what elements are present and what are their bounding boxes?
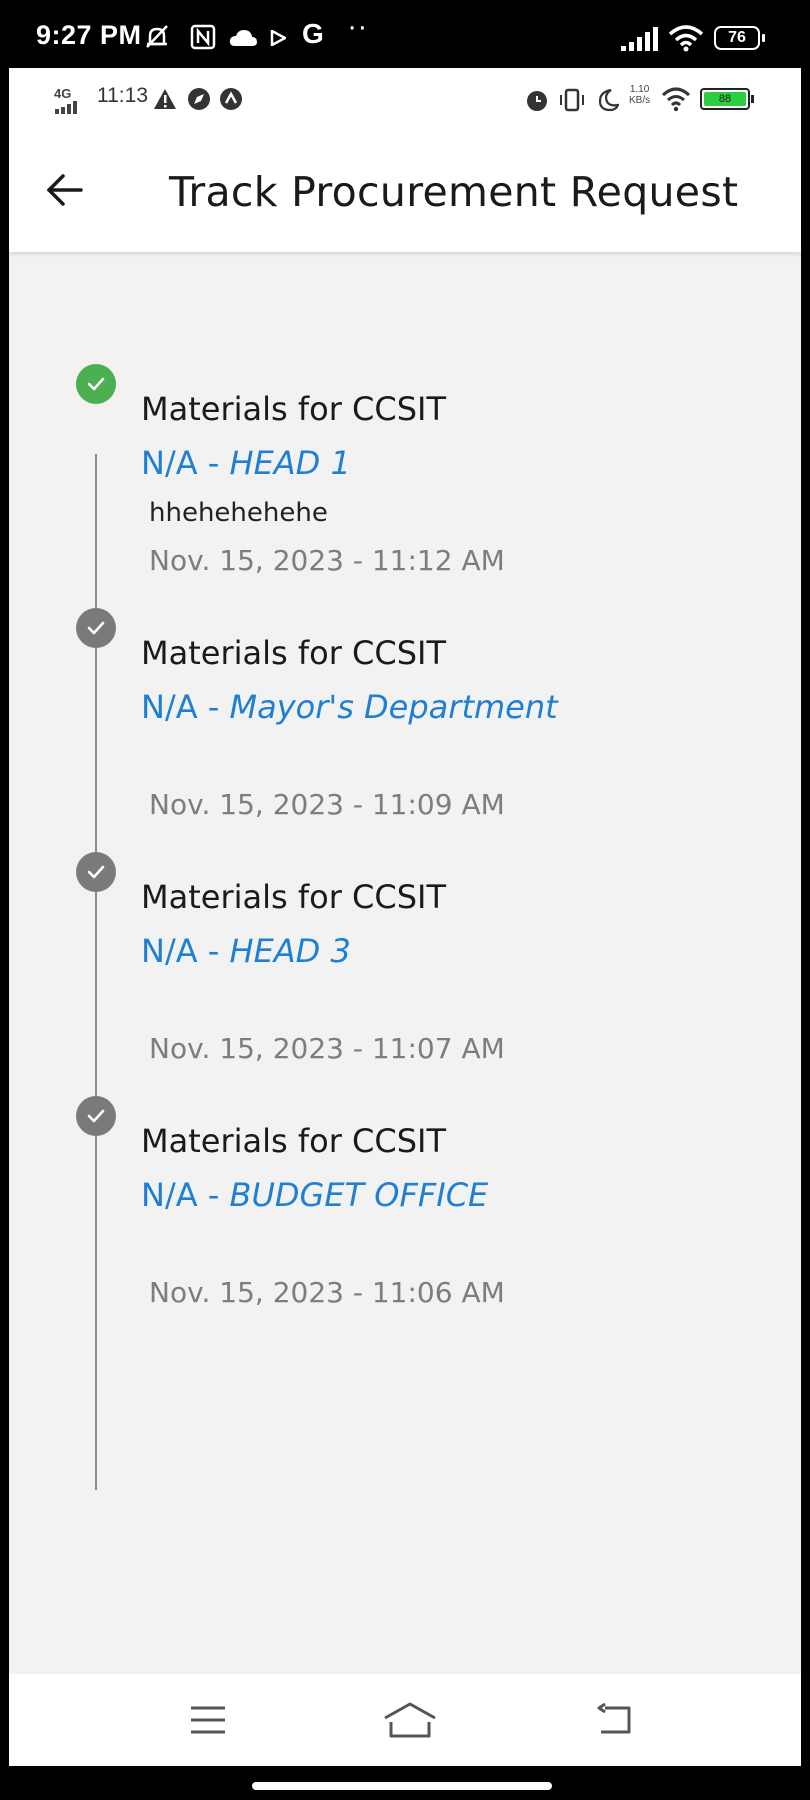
app-screen: 4G 11:13 1.10 KB/s 88 Track Procurement … bbox=[9, 68, 801, 1766]
office-name: Mayor's Department bbox=[229, 688, 558, 726]
app-bar: Track Procurement Request bbox=[9, 128, 801, 252]
cellular-signal-icon bbox=[621, 27, 658, 51]
gesture-home-indicator[interactable] bbox=[252, 1782, 552, 1790]
office-status: N/A - HEAD 3 bbox=[141, 932, 351, 970]
cloud-icon bbox=[229, 30, 257, 46]
battery-level: 76 bbox=[728, 29, 746, 46]
office-status: N/A - HEAD 1 bbox=[141, 444, 351, 482]
timestamp: Nov. 15, 2023 - 11:06 AM bbox=[149, 1276, 505, 1309]
network-type: 4G bbox=[54, 86, 72, 101]
signal-icon bbox=[55, 101, 77, 114]
home-button[interactable] bbox=[381, 1700, 439, 1740]
request-code: N/A - bbox=[141, 1176, 230, 1214]
request-code: N/A - bbox=[141, 932, 230, 970]
system-status-bar: 9:27 PM G ·· 76 bbox=[0, 0, 810, 68]
network-speed-unit: KB/s bbox=[629, 95, 651, 106]
google-icon: G bbox=[302, 18, 324, 49]
timeline-item: Materials for CCSIT N/A - HEAD 1 hhehehe… bbox=[9, 364, 801, 604]
request-title: Materials for CCSIT bbox=[141, 878, 446, 916]
timeline-item: Materials for CCSIT N/A - HEAD 3 Nov. 15… bbox=[9, 852, 801, 1092]
remark-text: hhehehehehe bbox=[149, 498, 328, 528]
home-icon bbox=[384, 1702, 436, 1738]
network-speed-value: 1.10 bbox=[629, 84, 650, 95]
check-circle-icon bbox=[76, 1096, 116, 1136]
app-status-time: 11:13 bbox=[97, 84, 148, 107]
alarm-icon bbox=[527, 91, 547, 111]
timestamp: Nov. 15, 2023 - 11:07 AM bbox=[149, 1032, 505, 1065]
timestamp: Nov. 15, 2023 - 11:09 AM bbox=[149, 788, 505, 821]
app-battery-indicator: 88 bbox=[700, 88, 754, 110]
system-nav-bar bbox=[9, 1674, 801, 1766]
back-nav-icon bbox=[597, 1702, 631, 1734]
timeline-item: Materials for CCSIT N/A - BUDGET OFFICE … bbox=[9, 1096, 801, 1336]
request-code: N/A - bbox=[141, 688, 230, 726]
office-name: HEAD 3 bbox=[229, 932, 351, 970]
request-title: Materials for CCSIT bbox=[141, 390, 446, 428]
office-name: HEAD 1 bbox=[229, 444, 351, 482]
bell-off-icon bbox=[146, 25, 168, 48]
back-nav-button[interactable] bbox=[593, 1700, 639, 1740]
nfc-icon bbox=[190, 24, 216, 50]
compass-icon bbox=[188, 88, 210, 110]
network-speed: 1.10 KB/s bbox=[629, 84, 650, 106]
request-code: N/A - bbox=[141, 444, 230, 482]
app-wifi-icon bbox=[661, 87, 691, 112]
do-not-disturb-icon bbox=[598, 88, 619, 112]
page-title: Track Procurement Request bbox=[169, 168, 739, 216]
app-notification-icon bbox=[220, 88, 242, 110]
office-status: N/A - Mayor's Department bbox=[141, 688, 558, 726]
warning-icon bbox=[154, 89, 176, 109]
play-store-icon bbox=[270, 30, 286, 46]
menu-icon bbox=[191, 1706, 225, 1734]
request-title: Materials for CCSIT bbox=[141, 1122, 446, 1160]
app-status-bar: 4G 11:13 1.10 KB/s 88 bbox=[9, 68, 801, 128]
wifi-icon bbox=[668, 25, 704, 52]
app-battery-level: 88 bbox=[704, 92, 746, 106]
timestamp: Nov. 15, 2023 - 11:12 AM bbox=[149, 544, 505, 577]
more-notifications-icon: ·· bbox=[348, 14, 369, 44]
status-time: 9:27 PM bbox=[36, 20, 142, 50]
check-circle-icon bbox=[76, 852, 116, 892]
office-status: N/A - BUDGET OFFICE bbox=[141, 1176, 488, 1214]
timeline-item: Materials for CCSIT N/A - Mayor's Depart… bbox=[9, 608, 801, 848]
vibrate-icon bbox=[560, 88, 584, 112]
check-circle-icon bbox=[76, 608, 116, 648]
request-title: Materials for CCSIT bbox=[141, 634, 446, 672]
arrow-left-icon bbox=[47, 174, 83, 206]
office-name: BUDGET OFFICE bbox=[229, 1176, 489, 1214]
check-circle-icon bbox=[76, 364, 116, 404]
recent-apps-button[interactable] bbox=[185, 1700, 231, 1740]
battery-indicator: 76 bbox=[714, 26, 765, 50]
back-button[interactable] bbox=[41, 166, 89, 214]
